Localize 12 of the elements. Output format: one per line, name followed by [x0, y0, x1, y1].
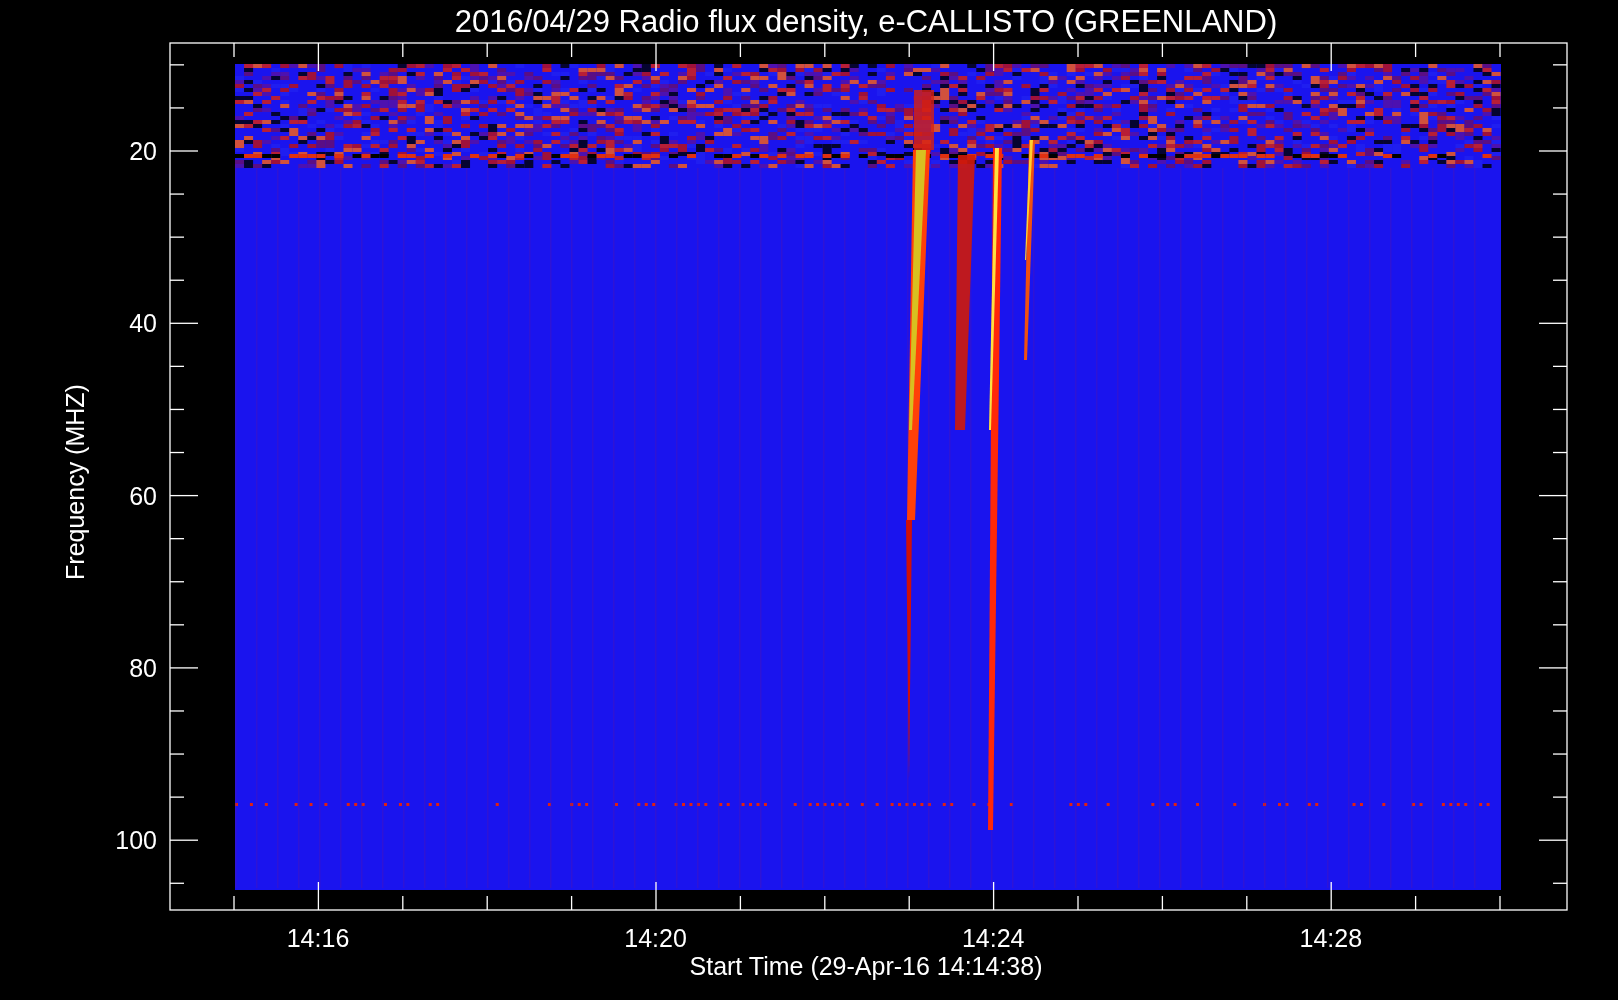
chart-title: 2016/04/29 Radio flux density, e-CALLISTO (GREENLAND): [454, 4, 1278, 39]
tick-label: 14:24: [961, 924, 1025, 952]
tick-label: 14:16: [286, 924, 350, 952]
tick-label: 14:20: [624, 924, 687, 952]
tick-label: 40: [129, 309, 157, 338]
axis-label: Start Time (29-Apr-16 14:14:38): [689, 952, 1043, 980]
tick-label: 20: [129, 137, 157, 165]
tick-label: 14:28: [1299, 924, 1363, 952]
axis-label: Frequency (MHZ): [61, 384, 89, 580]
tick-label: 100: [115, 826, 157, 855]
tick-label: 60: [129, 481, 157, 510]
tick-label: 80: [129, 653, 157, 682]
